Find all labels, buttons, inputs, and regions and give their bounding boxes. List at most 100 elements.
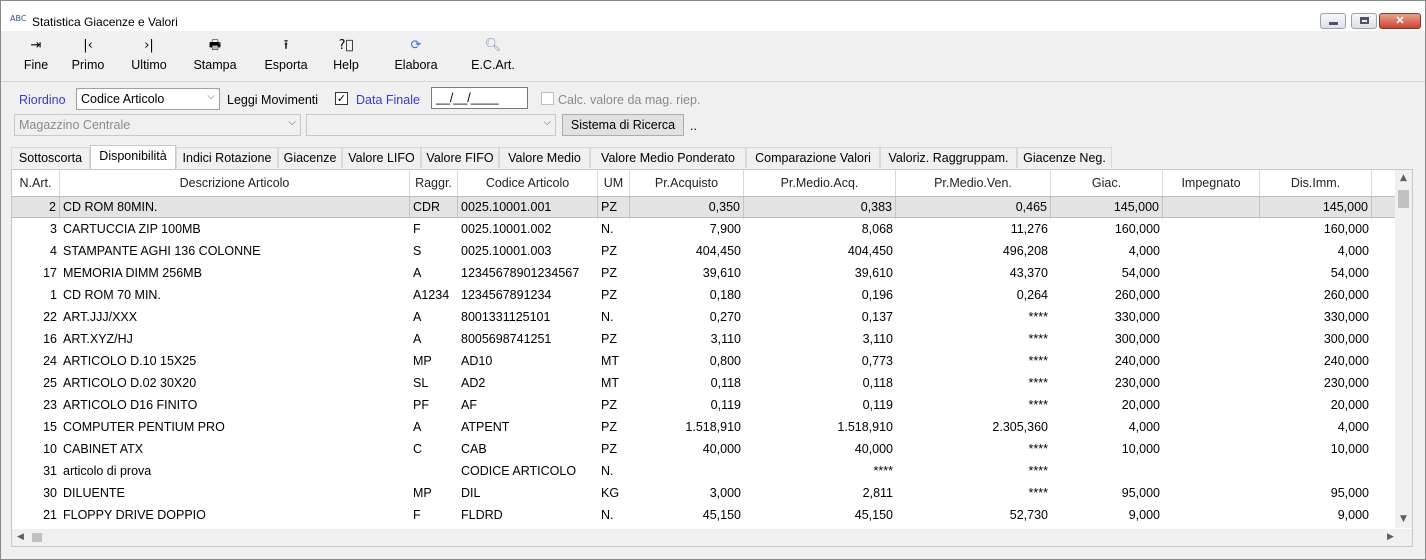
tab-giacenze-neg[interactable]: Giacenze Neg.	[1017, 147, 1112, 168]
cell-nart[interactable]: 22	[12, 306, 60, 328]
ecart-button[interactable]: 🔍︎ E.C.Art.	[467, 35, 519, 79]
primo-button[interactable]: |‹ Primo	[67, 35, 109, 79]
cell-descrizione[interactable]: articolo di prova	[60, 460, 410, 482]
scroll-up-icon[interactable]: ▲	[1395, 170, 1412, 187]
cell-impegnato[interactable]	[1163, 416, 1260, 438]
cell-nart[interactable]: 24	[12, 350, 60, 372]
cell-nart[interactable]: 23	[12, 394, 60, 416]
cell-nart[interactable]: 4	[12, 240, 60, 262]
col-header-um[interactable]: UM	[598, 170, 630, 196]
cell-pr-medio-ven[interactable]: ****	[896, 438, 1051, 460]
cell-pr-medio-ven[interactable]: 11,276	[896, 218, 1051, 240]
cell-descrizione[interactable]: ARTICOLO D.10 15X25	[60, 350, 410, 372]
tab-disponibilita[interactable]: Disponibilità	[90, 145, 176, 169]
cell-codice[interactable]: CODICE ARTICOLO	[458, 460, 598, 482]
riordino-select[interactable]: Codice Articolo ⌵	[76, 88, 220, 110]
table-row[interactable]: 2 CD ROM 80MIN. CDR 0025.10001.001 PZ 0,350 0,…	[12, 196, 1396, 219]
table-row[interactable]: 22 ART.JJJ/XXX A 8001331125101 N. 0,270 0,137 *…	[12, 306, 1396, 328]
cell-pr-medio-ven[interactable]: ****	[896, 394, 1051, 416]
cell-pr-medio-acq[interactable]: 0,383	[744, 197, 896, 219]
cell-raggr[interactable]: A	[410, 306, 458, 328]
cell-raggr[interactable]: CDR	[410, 197, 458, 219]
cell-descrizione[interactable]: FLOPPY DRIVE DOPPIO	[60, 504, 410, 526]
cell-raggr[interactable]: F	[410, 504, 458, 526]
cell-impegnato[interactable]	[1163, 218, 1260, 240]
col-header-descrizione[interactable]: Descrizione Articolo	[60, 170, 410, 196]
tab-sottoscorta[interactable]: Sottoscorta	[11, 147, 90, 168]
col-header-dis-imm[interactable]: Dis.Imm.	[1260, 170, 1372, 196]
elabora-button[interactable]: ⟳ Elabora	[389, 35, 443, 79]
cell-pr-acquisto[interactable]: 1.518,910	[630, 416, 744, 438]
col-header-pr-medio-acq[interactable]: Pr.Medio.Acq.	[744, 170, 896, 196]
cell-dis-imm[interactable]: 160,000	[1260, 218, 1372, 240]
cell-raggr[interactable]: S	[410, 240, 458, 262]
cell-pr-acquisto[interactable]: 0,350	[630, 197, 744, 219]
tab-valore-medio-ponderato[interactable]: Valore Medio Ponderato	[590, 147, 746, 168]
cell-um[interactable]: N.	[598, 218, 630, 240]
cell-dis-imm[interactable]: 230,000	[1260, 372, 1372, 394]
cell-nart[interactable]: 2	[12, 197, 60, 219]
tab-comparazione-valori[interactable]: Comparazione Valori	[746, 147, 880, 168]
cell-pr-medio-ven[interactable]: ****	[896, 482, 1051, 504]
cell-impegnato[interactable]	[1163, 460, 1260, 482]
horizontal-scroll-thumb[interactable]	[32, 533, 42, 542]
cell-dis-imm[interactable]: 260,000	[1260, 284, 1372, 306]
cell-giac[interactable]: 160,000	[1051, 218, 1163, 240]
cell-raggr[interactable]: A1234	[410, 284, 458, 306]
cell-codice[interactable]: ATPENT	[458, 416, 598, 438]
cell-raggr[interactable]: SL	[410, 372, 458, 394]
esporta-button[interactable]: ⭱ Esporta	[259, 35, 313, 79]
cell-pr-acquisto[interactable]: 7,900	[630, 218, 744, 240]
tab-valore-fifo[interactable]: Valore FIFO	[421, 147, 499, 168]
cell-nart[interactable]: 10	[12, 438, 60, 460]
cell-raggr[interactable]: F	[410, 218, 458, 240]
cell-giac[interactable]: 230,000	[1051, 372, 1163, 394]
col-header-nart[interactable]: N.Art.	[12, 170, 60, 196]
cell-codice[interactable]: AF	[458, 394, 598, 416]
cell-giac[interactable]: 260,000	[1051, 284, 1163, 306]
cell-um[interactable]: PZ	[598, 240, 630, 262]
cell-pr-medio-acq[interactable]: 45,150	[744, 504, 896, 526]
cell-impegnato[interactable]	[1163, 262, 1260, 284]
table-row[interactable]: 17 MEMORIA DIMM 256MB A 12345678901234567 PZ…	[12, 262, 1396, 284]
cell-impegnato[interactable]	[1163, 482, 1260, 504]
cell-pr-medio-ven[interactable]: ****	[896, 372, 1051, 394]
cell-um[interactable]: MT	[598, 350, 630, 372]
cell-dis-imm[interactable]: 300,000	[1260, 328, 1372, 350]
tab-giacenze[interactable]: Giacenze	[278, 147, 342, 168]
cell-pr-medio-acq[interactable]: 0,119	[744, 394, 896, 416]
cell-pr-medio-acq[interactable]: ****	[744, 460, 896, 482]
leggi-movimenti-checkbox[interactable]: ✓	[335, 92, 348, 105]
cell-pr-medio-ven[interactable]: ****	[896, 350, 1051, 372]
cell-descrizione[interactable]: MEMORIA DIMM 256MB	[60, 262, 410, 284]
cell-pr-medio-ven[interactable]: 0,264	[896, 284, 1051, 306]
cell-dis-imm[interactable]: 10,000	[1260, 438, 1372, 460]
cell-nart[interactable]: 16	[12, 328, 60, 350]
cell-pr-medio-acq[interactable]: 3,110	[744, 328, 896, 350]
cell-codice[interactable]: DIL	[458, 482, 598, 504]
cell-giac[interactable]: 240,000	[1051, 350, 1163, 372]
col-header-codice[interactable]: Codice Articolo	[458, 170, 598, 196]
table-row[interactable]: 25 ARTICOLO D.02 30X20 SL AD2 MT 0,118 0,118 **…	[12, 372, 1396, 394]
cell-um[interactable]: PZ	[598, 328, 630, 350]
cell-pr-medio-ven[interactable]: ****	[896, 306, 1051, 328]
cell-um[interactable]: N.	[598, 306, 630, 328]
cell-raggr[interactable]: A	[410, 328, 458, 350]
cell-pr-acquisto[interactable]: 3,110	[630, 328, 744, 350]
cell-raggr[interactable]: C	[410, 438, 458, 460]
cell-pr-acquisto[interactable]: 0,119	[630, 394, 744, 416]
cell-nart[interactable]: 17	[12, 262, 60, 284]
magazzino-select[interactable]: Magazzino Centrale ⌵	[14, 114, 301, 136]
cell-impegnato[interactable]	[1163, 240, 1260, 262]
cell-um[interactable]: PZ	[598, 262, 630, 284]
stampa-button[interactable]: 🖶 Stampa	[189, 35, 241, 79]
cell-dis-imm[interactable]: 95,000	[1260, 482, 1372, 504]
cell-codice[interactable]: 8005698741251	[458, 328, 598, 350]
cell-impegnato[interactable]	[1163, 504, 1260, 526]
cell-codice[interactable]: 8001331125101	[458, 306, 598, 328]
cell-impegnato[interactable]	[1163, 328, 1260, 350]
minimize-button[interactable]	[1320, 13, 1346, 29]
cell-pr-medio-acq[interactable]: 40,000	[744, 438, 896, 460]
cell-dis-imm[interactable]: 20,000	[1260, 394, 1372, 416]
help-button[interactable]: ?⃝ Help	[329, 35, 363, 79]
